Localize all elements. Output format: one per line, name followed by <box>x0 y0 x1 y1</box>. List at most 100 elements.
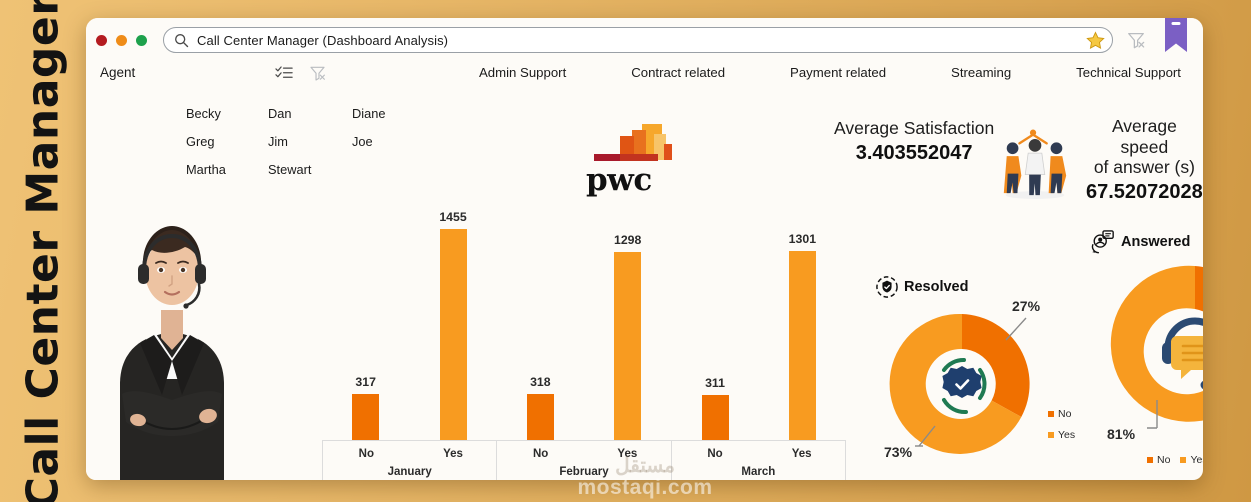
bar-group-march: 311 1301 <box>671 208 846 440</box>
resolved-badge-icon <box>876 276 898 298</box>
pwc-wordmark: pwc <box>586 162 652 198</box>
window-controls <box>96 34 153 46</box>
pwc-logo: pwc <box>586 118 696 198</box>
bar-plot-area: 317 1455 318 1298 311 1301 <box>322 208 846 440</box>
bar-slot-february-yes[interactable]: 1298 <box>584 208 671 440</box>
resolved-header: Resolved <box>876 276 1076 298</box>
axis-label-january-no: No <box>358 447 374 460</box>
axis-month-march: March <box>741 466 776 478</box>
search-input[interactable]: Call Center Manager (Dashboard Analysis) <box>197 33 1076 48</box>
bar-group-february: 318 1298 <box>497 208 672 440</box>
dashboard-window: Call Center Manager (Dashboard Analysis)… <box>86 18 1203 480</box>
bar-value-february-no: 318 <box>530 375 551 389</box>
answered-legend-no-label: No <box>1157 454 1171 466</box>
agent-item-joe[interactable]: Joe <box>352 134 436 149</box>
bar-slot-march-yes[interactable]: 1301 <box>759 208 846 440</box>
answered-legend-yes[interactable]: Yes <box>1180 454 1203 466</box>
kpi-speed-title-line1: Average speed <box>1111 116 1177 157</box>
resolved-legend-yes[interactable]: Yes <box>1048 429 1075 441</box>
bar-value-march-yes: 1301 <box>788 232 817 246</box>
tab-streaming[interactable]: Streaming <box>951 65 1011 80</box>
bar-february-no[interactable] <box>526 394 554 440</box>
tab-payment-related[interactable]: Payment related <box>790 65 886 80</box>
agent-filter-tools <box>275 62 445 82</box>
resolved-label-no: 27% <box>1012 298 1041 314</box>
agent-item-becky[interactable]: Becky <box>186 106 268 121</box>
agent-item-dan[interactable]: Dan <box>268 106 352 121</box>
calls-by-month-bar-chart: 317 1455 318 1298 311 1301 No Yes Januar… <box>322 208 846 480</box>
axis-cell-january: No Yes January <box>322 441 498 480</box>
agent-item-stewart[interactable]: Stewart <box>268 162 352 177</box>
bar-slot-january-no[interactable]: 317 <box>322 208 409 440</box>
window-titlebar: Call Center Manager (Dashboard Analysis) <box>86 18 1203 62</box>
agent-item-greg[interactable]: Greg <box>186 134 268 149</box>
kpi-average-speed-of-answer: Average speed of answer (s) 67.52072028 … <box>1086 116 1203 204</box>
answered-title: Answered <box>1121 234 1191 250</box>
agent-item-diane[interactable]: Diane <box>352 106 436 121</box>
axis-cell-february: No Yes February <box>497 441 672 480</box>
multi-select-icon[interactable] <box>275 64 294 82</box>
resolved-leader-line-no <box>1005 317 1027 341</box>
bar-value-january-yes: 1455 <box>439 210 467 224</box>
minimize-window-button[interactable] <box>116 34 127 46</box>
bar-slot-march-no[interactable]: 311 <box>671 208 758 440</box>
axis-label-march-no: No <box>707 447 723 460</box>
axis-label-february-no: No <box>532 447 549 460</box>
resolved-leader-line-yes <box>915 425 936 447</box>
agent-item-martha[interactable]: Martha <box>186 162 268 177</box>
tab-contract-related[interactable]: Contract related <box>631 65 725 80</box>
gear-check-icon <box>942 357 987 415</box>
kpi-speed-title-line2: of answer (s) <box>1093 157 1195 178</box>
axis-label-march-yes: Yes <box>791 447 812 460</box>
bar-january-no[interactable] <box>352 394 380 440</box>
answered-legend: No Yes <box>1147 454 1203 466</box>
resolved-donut-chart: Resolved 27% 73% No Yes <box>876 276 1076 480</box>
axis-month-february: February <box>559 466 609 478</box>
search-icon <box>174 33 189 48</box>
bar-february-yes[interactable] <box>614 252 642 440</box>
resolved-legend: No Yes <box>1048 408 1075 441</box>
side-title-text: Call Center Manager <box>17 0 69 502</box>
bar-slot-february-no[interactable]: 318 <box>497 208 584 440</box>
search-bar[interactable]: Call Center Manager (Dashboard Analysis) <box>163 27 1113 53</box>
agent-filter-list: Becky Dan Diane Greg Jim Joe Martha Stew… <box>186 106 436 177</box>
filter-and-tabs-bar: Agent Admin Support Contract related Pay… <box>86 62 1203 96</box>
kpi-speed-value: 67.52072028 <box>1086 180 1203 203</box>
axis-label-february-yes: Yes <box>617 447 638 460</box>
resolved-label-yes: 73% <box>884 444 913 460</box>
answered-donut-chart: Answered 19% 81% <box>1091 230 1203 480</box>
bar-january-yes[interactable] <box>439 229 467 440</box>
resolved-legend-no[interactable]: No <box>1048 408 1075 420</box>
kpi-satisfaction-title: Average Satisfaction <box>834 118 995 138</box>
headset-chat-icon <box>1162 317 1203 390</box>
bar-value-january-no: 317 <box>355 375 376 389</box>
axis-label-january-yes: Yes <box>443 447 463 460</box>
kpi-average-satisfaction: Average Satisfaction 3.403552047 <box>834 118 1074 200</box>
bar-march-yes[interactable] <box>788 251 816 440</box>
filter-clear-icon[interactable] <box>1123 27 1149 53</box>
bar-value-february-yes: 1298 <box>614 233 642 247</box>
bookmark-icon[interactable] <box>1161 18 1191 55</box>
category-tabs: Admin Support Contract related Payment r… <box>445 62 1191 80</box>
bar-slot-january-yes[interactable]: 1455 <box>409 208 496 440</box>
answered-label-yes: 81% <box>1107 426 1136 442</box>
app-side-title: Call Center Manager <box>0 0 86 502</box>
star-icon[interactable] <box>1084 29 1106 51</box>
bar-chart-axis: No Yes January No Yes February No Yes Ma… <box>322 440 846 480</box>
bar-value-march-no: 311 <box>705 376 725 390</box>
tab-technical-support[interactable]: Technical Support <box>1076 65 1181 80</box>
answered-legend-yes-label: Yes <box>1190 454 1203 466</box>
tab-admin-support[interactable]: Admin Support <box>479 65 566 80</box>
call-center-agent-photo <box>86 188 258 480</box>
agent-item-jim[interactable]: Jim <box>268 134 352 149</box>
answered-legend-no[interactable]: No <box>1147 454 1170 466</box>
bar-march-no[interactable] <box>701 395 729 440</box>
agent-photo-illustration <box>86 188 258 480</box>
axis-cell-march: No Yes March <box>672 441 846 480</box>
bar-group-january: 317 1455 <box>322 208 497 440</box>
team-celebration-illustration <box>1004 129 1067 199</box>
resolved-legend-yes-label: Yes <box>1058 429 1076 441</box>
close-window-button[interactable] <box>96 34 107 46</box>
maximize-window-button[interactable] <box>136 34 147 46</box>
clear-filter-icon[interactable] <box>308 64 327 82</box>
